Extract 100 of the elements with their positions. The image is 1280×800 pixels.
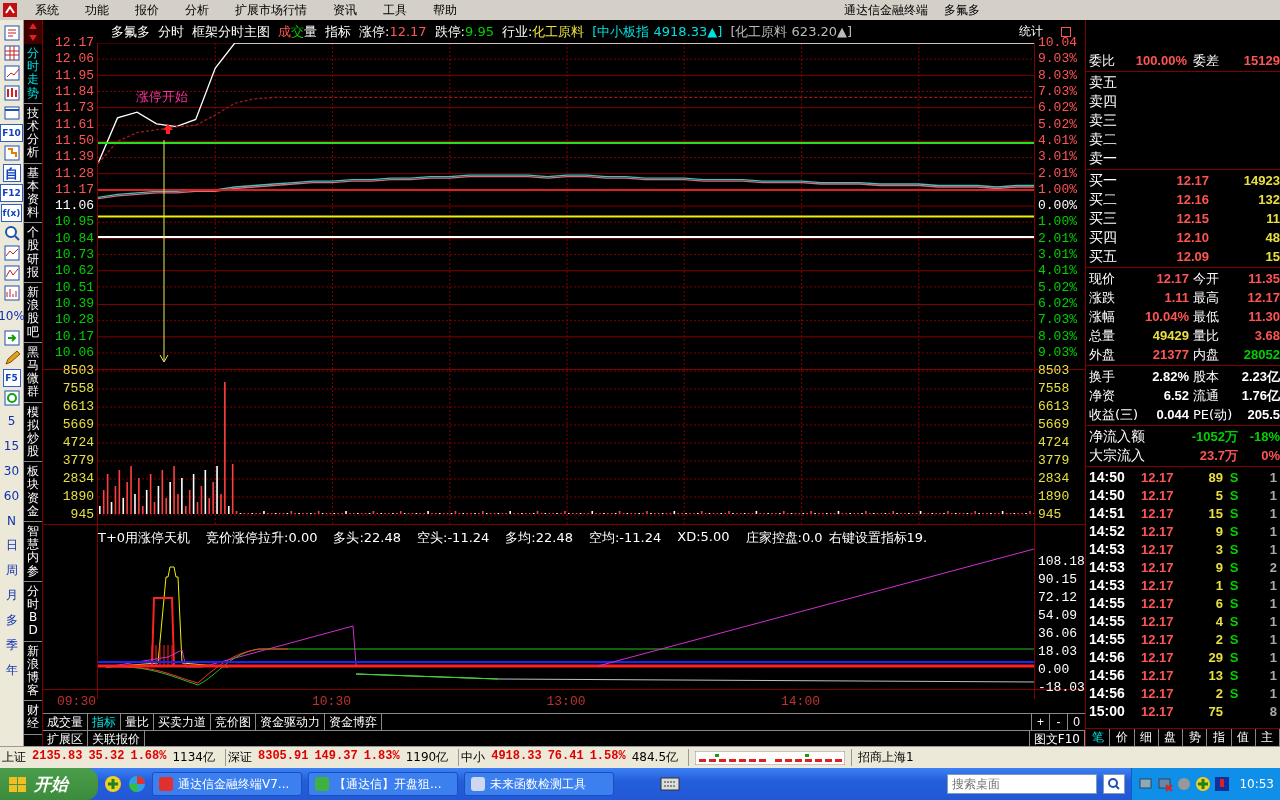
- candlestick-icon[interactable]: [2, 84, 21, 102]
- taskbar-button[interactable]: 通达信金融终端V7...: [152, 772, 302, 796]
- app-icon: [315, 777, 329, 791]
- axis-label: 945: [1037, 508, 1063, 524]
- menu-item[interactable]: 扩展市场行情: [222, 1, 320, 19]
- line-chart-icon[interactable]: [2, 64, 21, 82]
- period-button[interactable]: 30: [3, 459, 20, 482]
- search-icon[interactable]: [2, 224, 21, 242]
- order-volume: 48: [1264, 230, 1280, 245]
- grid-icon[interactable]: [2, 44, 21, 62]
- app-logo-icon: [3, 3, 17, 17]
- chart-header-item[interactable]: 涨停:12.17: [359, 22, 427, 41]
- order-price: 12.17: [1175, 173, 1209, 188]
- f10-button[interactable]: 图文F10: [1028, 731, 1085, 746]
- toolbar-button[interactable]: f(x): [0, 204, 23, 222]
- side-tab[interactable]: 智慧内参: [24, 522, 42, 582]
- chart-header-item[interactable]: 跌停:9.95: [434, 22, 494, 41]
- tick-volume: 29: [1207, 649, 1223, 665]
- chart-header-item[interactable]: 成交量: [278, 22, 317, 41]
- quote-label: 换手: [1089, 367, 1116, 386]
- tick-side: S: [1228, 541, 1240, 557]
- network-icon[interactable]: [1138, 776, 1155, 792]
- index-amount: 1134亿: [172, 749, 215, 766]
- period-button[interactable]: 5: [7, 409, 16, 432]
- axis-label: 11.50: [54, 133, 95, 150]
- scroll-up-button[interactable]: [24, 20, 42, 32]
- search-field[interactable]: 搜索桌面: [947, 774, 1098, 794]
- menu-item[interactable]: 帮助: [420, 1, 470, 19]
- axis-label: 5669: [1037, 418, 1071, 434]
- menu-item[interactable]: 报价: [122, 1, 172, 19]
- side-tab[interactable]: 新浪博客: [24, 641, 42, 702]
- window-title: 通达信金融终端: [844, 1, 928, 19]
- bar-chart-icon[interactable]: [2, 284, 21, 302]
- chart-header-item[interactable]: 指标: [325, 22, 351, 41]
- axis-label: 1.00%: [1037, 182, 1078, 199]
- start-button[interactable]: 开始: [0, 768, 98, 800]
- windows-logo-icon: [8, 775, 28, 793]
- side-tab[interactable]: 分时走势: [24, 44, 42, 104]
- list-icon[interactable]: [2, 24, 21, 42]
- line-chart-icon[interactable]: [2, 264, 21, 282]
- period-button[interactable]: 多: [5, 609, 18, 632]
- tick-time: 14:55: [1089, 631, 1126, 647]
- chart-header-item[interactable]: 框架分时主图: [192, 22, 270, 41]
- line-chart-icon[interactable]: [2, 244, 21, 262]
- chart-header-item[interactable]: 行业:化工原料: [501, 22, 585, 41]
- menu-item[interactable]: 系统: [22, 1, 72, 19]
- taskbar-button[interactable]: 【通达信】开盘狙...: [308, 772, 458, 796]
- chart-header-item[interactable]: 分时: [158, 22, 184, 41]
- quote-label: 最低: [1192, 307, 1220, 326]
- order-price: 12.15: [1175, 211, 1209, 226]
- toolbar-button[interactable]: 自: [2, 164, 21, 182]
- tick-side: S: [1228, 577, 1240, 593]
- tray-app-icon[interactable]: [1214, 776, 1231, 792]
- chart-header-item[interactable]: [化工原料 623.20▲]: [730, 22, 853, 41]
- taskbar-button[interactable]: 未来函数检测工具: [464, 772, 614, 796]
- menu-item[interactable]: 功能: [72, 1, 122, 19]
- side-tab[interactable]: 个股研报: [24, 223, 42, 283]
- toolbar-button[interactable]: F10: [0, 124, 23, 142]
- period-button[interactable]: 季: [5, 634, 18, 657]
- axis-label: 3.01%: [1037, 248, 1078, 265]
- side-tab[interactable]: 财经: [24, 701, 42, 735]
- quote-label: 委比: [1089, 51, 1116, 70]
- menu-item[interactable]: 资讯: [320, 1, 370, 19]
- menu-item[interactable]: 分析: [172, 1, 222, 19]
- browser-icon[interactable]: [128, 775, 146, 793]
- network-icon[interactable]: [1157, 776, 1174, 792]
- period-button[interactable]: N: [7, 509, 16, 532]
- tray-app-icon[interactable]: [1195, 776, 1212, 792]
- menu-item[interactable]: 工具: [370, 1, 420, 19]
- refresh-icon[interactable]: [2, 389, 21, 407]
- tick-price: 12.17: [1141, 667, 1175, 683]
- side-tab[interactable]: 新浪股吧: [24, 283, 42, 343]
- chart-header-item[interactable]: 多氟多: [111, 22, 150, 41]
- tick-time: 14:55: [1089, 613, 1126, 629]
- scroll-down-button[interactable]: [24, 32, 42, 44]
- axis-label: 11.17: [54, 182, 95, 199]
- app-icon: [471, 777, 485, 791]
- axis-label: 11.39: [54, 150, 95, 167]
- index-change: 35.32: [88, 749, 125, 765]
- quick-launch-icon[interactable]: [104, 775, 122, 793]
- side-tab[interactable]: 板块资金: [24, 462, 42, 522]
- tick-volume: 2: [1214, 685, 1223, 701]
- quote-value: 1.11: [1163, 290, 1189, 305]
- period-button[interactable]: 日: [5, 534, 18, 557]
- panel-toggle-icon[interactable]: [1061, 26, 1071, 37]
- chart-header-item[interactable]: [中小板指 4918.33▲]: [592, 22, 723, 41]
- period-button[interactable]: 15: [3, 434, 20, 457]
- period-button[interactable]: 60: [3, 484, 20, 507]
- period-button[interactable]: 10%: [0, 304, 25, 327]
- period-button[interactable]: 年: [5, 659, 18, 682]
- period-button[interactable]: 周: [5, 559, 18, 582]
- pencil-icon[interactable]: [2, 349, 21, 367]
- period-button[interactable]: 月: [5, 584, 18, 607]
- search-button[interactable]: [1103, 774, 1126, 794]
- toolbar-button[interactable]: F12: [0, 184, 23, 202]
- axis-label: 10.84: [54, 231, 95, 248]
- toolbar-button[interactable]: F5: [2, 369, 21, 387]
- window-icon[interactable]: [2, 104, 21, 122]
- keyboard-icon[interactable]: [660, 777, 680, 791]
- tree-icon[interactable]: [2, 144, 21, 162]
